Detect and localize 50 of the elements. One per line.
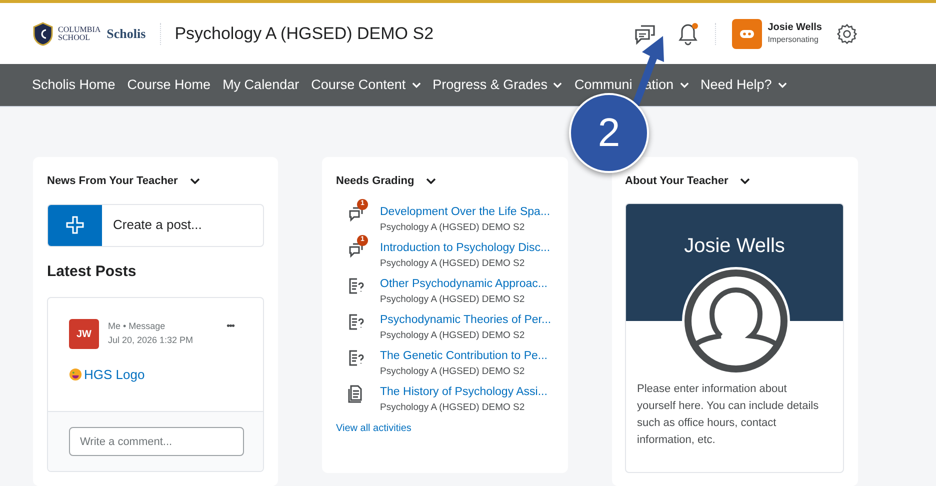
widget-title: Needs Grading [336,174,414,189]
activity-link[interactable]: Other Psychodynamic Approac... [380,274,548,292]
nav-link[interactable]: Course Content [311,74,421,96]
post-date: Jul 20, 2026 1:32 PM [108,334,194,347]
settings-icon[interactable] [836,22,858,44]
activity-link[interactable]: The History of Psychology Assi... [380,382,548,400]
user-name[interactable]: Josie Wells [768,22,822,34]
course-name: Psychology A (HGSED) DEMO S2 [380,220,526,234]
bell-icon[interactable] [676,22,699,46]
plus-icon [66,216,84,234]
create-post-button[interactable]: Create a post... [47,204,264,246]
nav-link[interactable]: Progress & Grades [432,74,562,96]
course-title[interactable]: Psychology A (HGSED) DEMO S2 [174,20,434,46]
chevron-icon [190,178,200,184]
course-name: Psychology A (HGSED) DEMO S2 [380,400,526,414]
nav-link[interactable]: Scholis Home [32,74,116,96]
widget-title: News From Your Teacher [47,174,178,189]
comment-field[interactable]: Write a comment... [69,427,244,456]
logo-text: COLUMBIA [58,26,101,34]
teacher-bio: Please enter information about yourself here. You can include details such as office hours, contact information, etc. [636,382,820,448]
profile-avatar-icon [681,266,791,376]
crest-icon [32,22,54,46]
logo-text: SCHOOL [58,34,92,42]
chevron-icon [740,178,750,184]
widget-title: About Your Teacher [625,174,728,189]
post-meta: Me • Message [108,320,166,333]
user-status: Impersonating [768,34,820,46]
chevron-icon [426,178,436,184]
nav-link[interactable]: Course Home [127,74,211,96]
course-name: Psychology A (HGSED) DEMO S2 [380,328,526,342]
teacher-name: Josie Wells [683,234,786,258]
post-link[interactable]: HGS Logo [84,365,145,384]
view-all-link[interactable]: View all activities [336,420,554,436]
nav-link[interactable]: Need Help? [700,74,787,96]
activity-link[interactable]: The Genetic Contribution to Pe... [380,346,548,364]
section-heading: Latest Posts [47,262,138,282]
activity-link[interactable]: Development Over the Life Spa... [380,202,550,220]
nav-link[interactable]: My Calendar [222,74,300,96]
course-name: Psychology A (HGSED) DEMO S2 [380,364,526,378]
activity-link[interactable]: Psychodynamic Theories of Per... [380,310,552,328]
course-name: Psychology A (HGSED) DEMO S2 [380,292,526,306]
more-button[interactable]: ••• [226,319,234,334]
course-name: Psychology A (HGSED) DEMO S2 [380,256,526,270]
emoji-icon [69,368,82,382]
avatar-icon[interactable] [732,18,762,48]
logo-brand: Scholis [106,24,146,43]
activity-link[interactable]: Introduction to Psychology Disc... [380,238,550,256]
nav-link[interactable]: Communi [574,78,632,92]
author-avatar: JW [69,319,99,349]
chat-icon[interactable] [632,22,657,44]
